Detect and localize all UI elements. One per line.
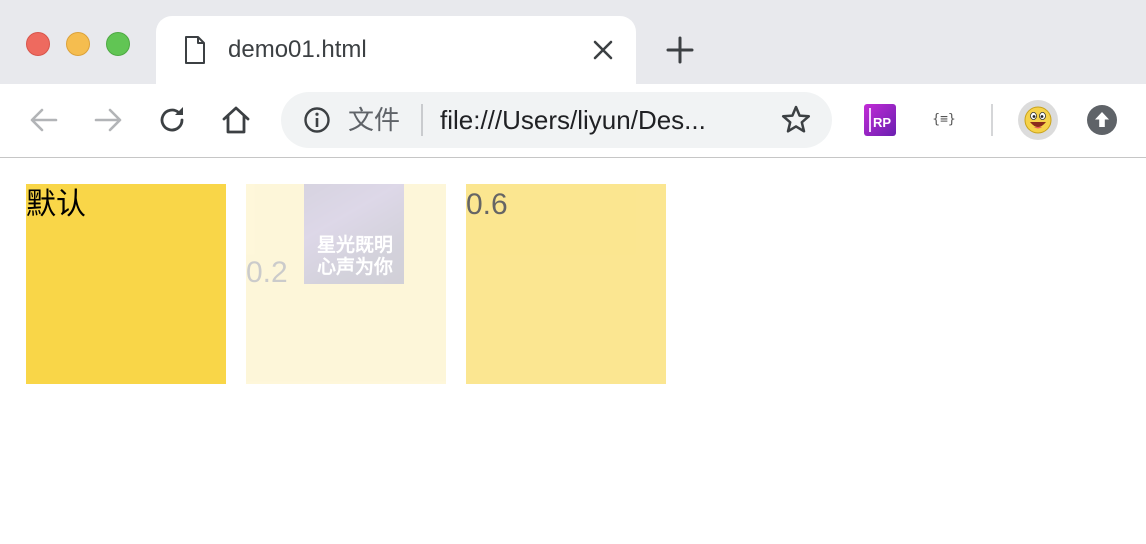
rp-label: RP	[873, 115, 892, 130]
update-arrow-icon[interactable]	[1086, 104, 1118, 136]
browser-toolbar: 文件 file:///Users/liyun/Des... RP {≡}	[0, 84, 1146, 158]
close-window-button[interactable]	[26, 32, 50, 56]
back-arrow-icon[interactable]	[28, 104, 60, 136]
poster-text-line-2: 心声为你	[316, 257, 393, 278]
page-viewport: 默认 星光既明 心声为你 0.2 0.6	[0, 158, 1146, 544]
rp-binding	[869, 108, 871, 132]
profile-avatar[interactable]	[1018, 100, 1058, 140]
active-tab[interactable]: demo01.html	[156, 16, 636, 84]
box-label: 0.2	[246, 256, 288, 289]
scheme-label: 文件	[348, 105, 401, 135]
close-tab-icon[interactable]	[592, 39, 614, 61]
poster-image: 星光既明 心声为你	[304, 184, 404, 284]
box-label: 0.6	[466, 188, 508, 221]
address-bar[interactable]: 文件 file:///Users/liyun/Des...	[281, 92, 832, 148]
reload-icon[interactable]	[156, 104, 188, 136]
star-icon[interactable]	[780, 104, 812, 136]
zoom-window-button[interactable]	[106, 32, 130, 56]
axure-rp-extension-icon[interactable]: RP	[864, 104, 896, 136]
tab-title: demo01.html	[228, 36, 367, 63]
file-icon	[185, 36, 205, 64]
new-tab-icon[interactable]	[666, 36, 694, 64]
url-text[interactable]: file:///Users/liyun/Des...	[440, 105, 750, 135]
omnibox-divider	[421, 104, 423, 136]
box-label: 默认	[26, 188, 86, 221]
info-icon[interactable]	[303, 106, 331, 134]
box-opacity-0-2: 星光既明 心声为你 0.2	[246, 184, 446, 384]
poster-text-line-1: 星光既明	[316, 235, 393, 256]
box-default: 默认	[26, 184, 226, 384]
toolbar-divider	[991, 104, 993, 136]
home-icon[interactable]	[220, 104, 252, 136]
forward-arrow-icon[interactable]	[92, 104, 124, 136]
minimize-window-button[interactable]	[66, 32, 90, 56]
smiley-avatar-icon	[1024, 106, 1052, 134]
box-opacity-0-6: 0.6	[466, 184, 666, 384]
json-viewer-extension-icon[interactable]: {≡}	[928, 108, 960, 132]
tab-strip: demo01.html	[0, 0, 1146, 84]
